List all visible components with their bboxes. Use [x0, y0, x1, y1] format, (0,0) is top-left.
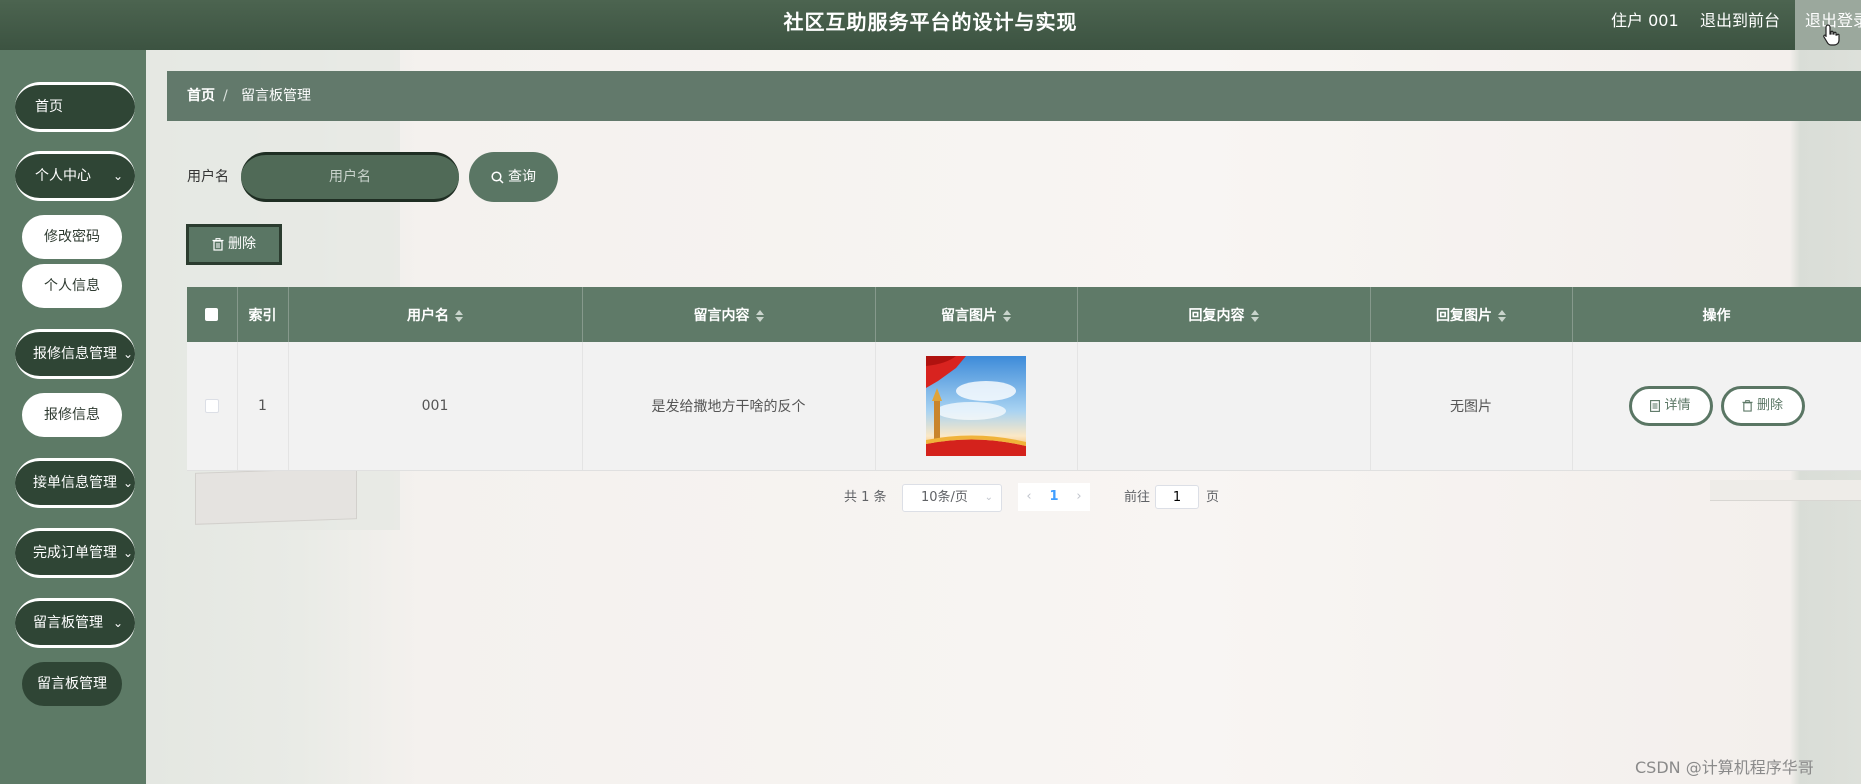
- sidebar-item-repair-management[interactable]: 报修信息管理 ⌄: [15, 329, 135, 379]
- prev-page-button[interactable]: ‹: [1018, 483, 1040, 511]
- breadcrumb: 首页 / 留言板管理: [167, 71, 1861, 121]
- sidebar-item-label: 完成订单管理: [33, 545, 117, 561]
- sidebar-sub-personal-info[interactable]: 个人信息: [22, 264, 122, 308]
- column-header-username[interactable]: 用户名: [288, 287, 583, 342]
- next-page-button[interactable]: ›: [1068, 483, 1090, 511]
- column-header-label: 回复图片: [1436, 307, 1492, 324]
- column-header-content[interactable]: 留言内容: [582, 287, 876, 342]
- sort-icon[interactable]: [755, 309, 764, 322]
- chevron-down-icon: ⌄: [122, 476, 133, 490]
- background-frame: [195, 467, 357, 525]
- sort-icon[interactable]: [455, 309, 463, 322]
- top-bar: 社区互助服务平台的设计与实现 住户 001 退出到前台 退出登录: [0, 0, 1861, 50]
- goto-page-input[interactable]: [1155, 485, 1199, 509]
- app-title: 社区互助服务平台的设计与实现: [783, 10, 1078, 34]
- sort-icon[interactable]: [1003, 309, 1011, 322]
- column-header-reply-image[interactable]: 回复图片: [1370, 287, 1573, 342]
- select-all-cell: [187, 287, 238, 342]
- column-header-reply[interactable]: 回复内容: [1077, 287, 1371, 342]
- trash-icon: [212, 237, 224, 251]
- table-row: 1 001 是发给撒地方干啥的反个 无图片 详情 删除: [187, 342, 1861, 471]
- sidebar-sub-change-password[interactable]: 修改密码: [22, 215, 122, 259]
- column-header-actions: 操作: [1572, 287, 1861, 342]
- detail-button[interactable]: 详情: [1628, 386, 1713, 426]
- table-header-row: 索引 用户名 留言内容 留言图片 回复内容 回复图片 操作: [187, 287, 1861, 342]
- column-header-label: 留言内容: [693, 307, 750, 324]
- search-label: 用户名: [187, 169, 229, 185]
- row-content: 是发给撒地方干啥的反个: [582, 342, 876, 471]
- column-header-label: 留言图片: [941, 307, 997, 324]
- page-number-button[interactable]: 1: [1040, 483, 1068, 511]
- sidebar-item-message-board[interactable]: 留言板管理 ⌄: [15, 598, 135, 648]
- sort-icon[interactable]: [1498, 309, 1506, 322]
- chevron-down-icon: ⌄: [984, 492, 993, 503]
- select-all-checkbox[interactable]: [205, 308, 219, 321]
- column-header-label: 用户名: [407, 307, 449, 324]
- exit-to-front-link[interactable]: 退出到前台: [1700, 0, 1780, 42]
- sidebar: 首页 个人中心 ⌄ 修改密码 个人信息 报修信息管理 ⌄ 报修信息 接单信息管理 ⌄ …: [0, 50, 146, 784]
- search-icon: [491, 170, 504, 184]
- sidebar-sub-message-board[interactable]: 留言板管理: [22, 662, 122, 706]
- message-table: 索引 用户名 留言内容 留言图片 回复内容 回复图片 操作 1 001 是发给撒…: [187, 287, 1861, 471]
- sidebar-item-label: 留言板管理: [33, 615, 103, 631]
- chevron-down-icon: ⌄: [122, 347, 133, 361]
- row-actions: 详情 删除: [1572, 342, 1861, 471]
- chevron-down-icon: ⌄: [112, 169, 123, 183]
- sidebar-item-label: 个人中心: [35, 168, 91, 184]
- sidebar-item-label: 首页: [35, 99, 63, 115]
- background-ledge: [1710, 480, 1861, 501]
- row-index: 1: [237, 342, 289, 471]
- hand-cursor-icon: [1823, 24, 1840, 46]
- row-delete-label: 删除: [1756, 398, 1783, 413]
- sidebar-item-home[interactable]: 首页: [15, 82, 135, 132]
- row-username: 001: [288, 342, 583, 471]
- breadcrumb-home[interactable]: 首页: [187, 71, 215, 121]
- column-header-label: 回复内容: [1188, 307, 1245, 324]
- sort-icon[interactable]: [1250, 309, 1259, 322]
- username-search-input[interactable]: [241, 152, 459, 202]
- sidebar-item-label: 报修信息管理: [33, 346, 117, 362]
- row-checkbox[interactable]: [204, 399, 219, 413]
- batch-delete-button[interactable]: 删除: [186, 224, 282, 265]
- goto-label: 前往: [1124, 490, 1151, 505]
- message-image-thumbnail[interactable]: [926, 356, 1026, 456]
- detail-button-label: 详情: [1664, 398, 1691, 413]
- pagination-total: 共 1 条: [844, 490, 887, 505]
- column-header-image[interactable]: 留言图片: [875, 287, 1078, 342]
- sidebar-item-personal-center[interactable]: 个人中心 ⌄: [15, 151, 135, 201]
- column-header-index: 索引: [237, 287, 289, 342]
- trash-icon: [1742, 399, 1753, 412]
- row-delete-button[interactable]: 删除: [1720, 386, 1805, 426]
- batch-delete-label: 删除: [228, 236, 256, 252]
- watermark: CSDN @计算机程序华哥: [1635, 758, 1814, 777]
- chevron-down-icon: ⌄: [112, 616, 123, 630]
- sidebar-item-label: 接单信息管理: [33, 475, 117, 491]
- row-image-cell: [875, 342, 1078, 471]
- row-reply-image: 无图片: [1370, 342, 1573, 471]
- page-size-value: 10条/页: [921, 490, 968, 505]
- row-select-cell: [187, 342, 238, 471]
- page-unit-label: 页: [1206, 490, 1220, 505]
- sidebar-item-completed-orders[interactable]: 完成订单管理 ⌄: [15, 528, 135, 578]
- chevron-down-icon: ⌄: [122, 546, 133, 560]
- breadcrumb-separator: /: [223, 88, 228, 104]
- sidebar-sub-repair-info[interactable]: 报修信息: [22, 393, 122, 437]
- page-size-select[interactable]: 10条/页 ⌄: [902, 484, 1002, 512]
- row-reply: [1077, 342, 1371, 471]
- sidebar-item-order-management[interactable]: 接单信息管理 ⌄: [15, 458, 135, 508]
- breadcrumb-current: 留言板管理: [241, 88, 311, 104]
- search-button[interactable]: 查询: [469, 152, 558, 202]
- document-icon: [1650, 399, 1661, 412]
- search-button-label: 查询: [508, 169, 536, 185]
- current-user: 住户 001: [1611, 11, 1679, 30]
